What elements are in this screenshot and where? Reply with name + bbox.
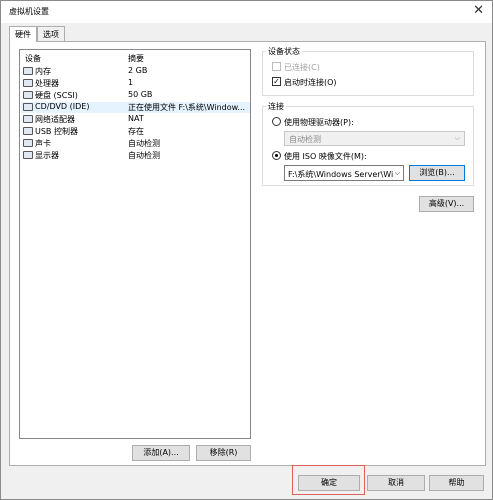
device-row[interactable]: 硬盘 (SCSI) 50 GB: [21, 90, 250, 101]
ok-button-highlight: [292, 465, 365, 495]
network-adapter-icon: [23, 115, 33, 123]
connect-at-power-on-label: 启动时连接(O): [284, 78, 337, 87]
device-summary: 正在使用文件 F:\系统\Window...: [128, 103, 246, 112]
physical-drive-radio[interactable]: [272, 117, 281, 126]
connection-title: 连接: [266, 101, 286, 112]
device-row[interactable]: CD/DVD (IDE) 正在使用文件 F:\系统\Window...: [21, 102, 250, 113]
device-row[interactable]: 处理器 1: [21, 78, 250, 89]
iso-path-combobox[interactable]: F:\系统\Windows Server\Wi ⌵: [284, 165, 404, 181]
iso-path-value: F:\系统\Windows Server\Wi: [288, 170, 394, 179]
device-row[interactable]: 网络适配器 NAT: [21, 114, 250, 125]
device-status-group: 设备状态: [262, 46, 474, 96]
device-column-header[interactable]: 设备: [25, 53, 41, 64]
window-title: 虚拟机设置: [9, 7, 49, 16]
hard-disk-icon: [23, 91, 33, 99]
check-icon: ✓: [273, 77, 280, 86]
device-list[interactable]: 设备 摘要 内存 2 GB 处理器 1 硬盘 (SCSI) 50 GB CD/DVD (ID…: [19, 49, 251, 439]
device-name: 声卡: [35, 139, 51, 148]
tab-hardware[interactable]: 硬件: [9, 26, 37, 42]
device-summary: 2 GB: [128, 66, 148, 75]
iso-image-radio[interactable]: [272, 151, 281, 160]
chevron-down-icon: ⌵: [454, 134, 460, 142]
remove-device-button[interactable]: 移除(R): [196, 445, 251, 461]
chevron-down-icon[interactable]: ⌵: [394, 169, 400, 178]
device-name: 内存: [35, 67, 51, 76]
device-name: 显示器: [35, 151, 59, 160]
device-name: USB 控制器: [35, 127, 78, 136]
device-name: 硬盘 (SCSI): [35, 91, 78, 100]
connected-checkbox[interactable]: [272, 62, 281, 71]
device-row[interactable]: USB 控制器 存在: [21, 126, 250, 137]
device-name: 网络适配器: [35, 115, 75, 124]
device-row[interactable]: 内存 2 GB: [21, 66, 250, 77]
physical-drive-select[interactable]: 自动检测 ⌵: [284, 131, 465, 146]
usb-controller-icon: [23, 127, 33, 135]
help-button[interactable]: 帮助: [429, 475, 484, 491]
display-icon: [23, 151, 33, 159]
advanced-button[interactable]: 高级(V)...: [419, 196, 474, 212]
device-name: 处理器: [35, 79, 59, 88]
device-summary: 存在: [128, 127, 144, 136]
device-name: CD/DVD (IDE): [35, 102, 90, 111]
sound-card-icon: [23, 139, 33, 147]
summary-column-header[interactable]: 摘要: [128, 53, 144, 64]
device-summary: NAT: [128, 114, 144, 123]
memory-icon: [23, 67, 33, 75]
device-summary: 50 GB: [128, 90, 153, 99]
cancel-button[interactable]: 取消: [367, 475, 425, 491]
close-icon[interactable]: ✕: [473, 3, 484, 18]
device-status-title: 设备状态: [266, 46, 302, 57]
device-summary: 自动检测: [128, 151, 160, 160]
device-summary: 自动检测: [128, 139, 160, 148]
iso-image-label: 使用 ISO 映像文件(M):: [284, 152, 367, 161]
add-device-button[interactable]: 添加(A)...: [132, 445, 190, 461]
physical-drive-value: 自动检测: [289, 135, 321, 144]
physical-drive-label: 使用物理驱动器(P):: [284, 118, 354, 127]
device-row[interactable]: 声卡 自动检测: [21, 138, 250, 149]
device-summary: 1: [128, 78, 134, 87]
title-bar: 虚拟机设置 ✕: [1, 1, 492, 23]
cd-dvd-icon: [23, 103, 33, 111]
browse-button[interactable]: 浏览(B)...: [409, 165, 465, 181]
vm-settings-window: 虚拟机设置 ✕ 硬件 选项 设备 摘要 内存 2 GB 处理器 1 硬盘 (SCSI) 5…: [0, 0, 493, 500]
device-row[interactable]: 显示器 自动检测: [21, 150, 250, 161]
connected-label: 已连接(C): [284, 63, 320, 72]
tab-options[interactable]: 选项: [37, 26, 65, 41]
processor-icon: [23, 79, 33, 87]
connect-at-power-on-checkbox[interactable]: ✓: [272, 77, 281, 86]
